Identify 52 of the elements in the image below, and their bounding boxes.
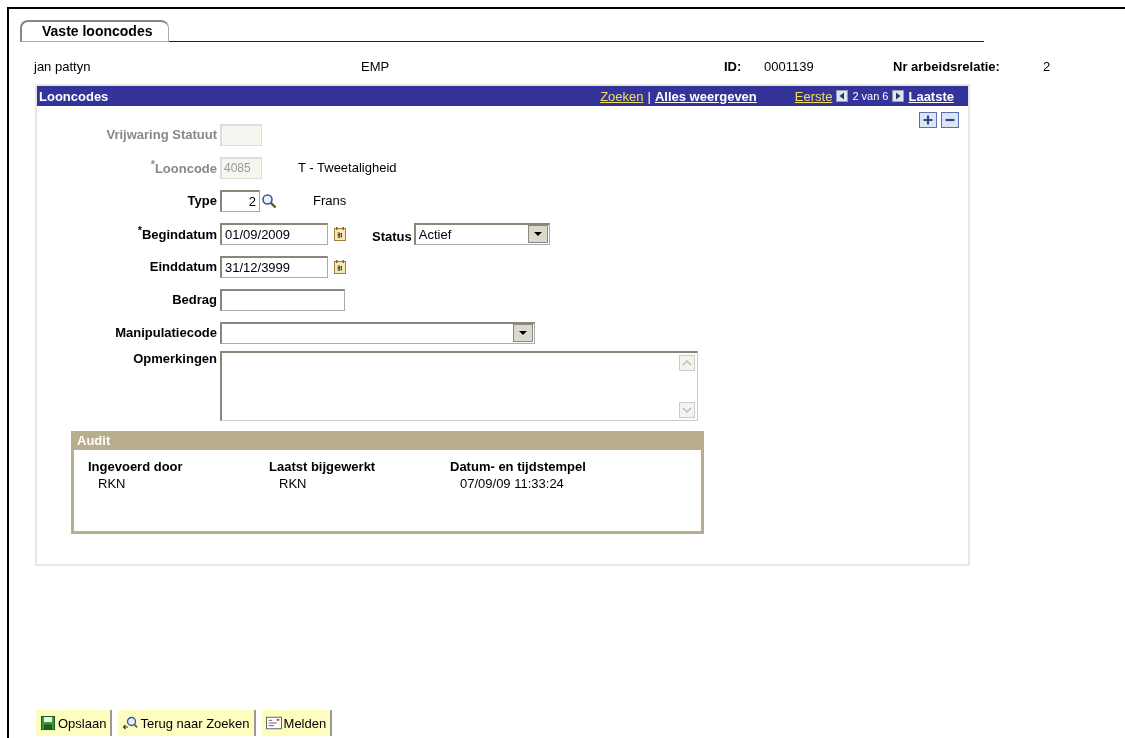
link-separator: | bbox=[647, 88, 651, 104]
audit-value: RKN bbox=[278, 476, 308, 491]
previous-icon[interactable] bbox=[836, 90, 849, 102]
panel-title: Looncodes bbox=[39, 88, 109, 104]
show-all-link[interactable]: Alles weergeven bbox=[654, 88, 757, 104]
next-icon[interactable] bbox=[892, 90, 905, 102]
search-link[interactable]: Zoeken bbox=[600, 88, 644, 104]
field-label: $^{*}$Begindatum bbox=[136, 224, 217, 243]
page-tab[interactable]: Vaste looncodes bbox=[20, 20, 170, 42]
search-back-icon bbox=[122, 716, 139, 730]
field-description: Frans bbox=[313, 193, 347, 208]
id-value: 0001139 bbox=[764, 58, 815, 74]
field-label: Opmerkingen bbox=[132, 351, 217, 366]
column-heading: Laatst bijgewerkt bbox=[269, 459, 377, 474]
calendar-icon[interactable] bbox=[334, 259, 346, 274]
field-label: Einddatum bbox=[148, 259, 217, 274]
page-position: 2 van 6 bbox=[852, 90, 889, 102]
dropdown-arrow-icon bbox=[518, 330, 528, 336]
date-field[interactable]: 31/12/3999 bbox=[220, 255, 328, 278]
audit-value: 07/09/09 11:33:24 bbox=[459, 476, 565, 491]
first-link[interactable]: Eerste bbox=[794, 88, 833, 104]
audit-title: Audit bbox=[77, 433, 111, 448]
field-label: Bedrag bbox=[171, 292, 217, 307]
relation-label: Nr arbeidsrelatie: bbox=[893, 58, 1001, 74]
envelope-icon bbox=[265, 716, 282, 730]
field-label: $^{*}$Looncode bbox=[149, 158, 217, 177]
save-button[interactable]: Opslaan bbox=[36, 710, 113, 736]
field-label: Type bbox=[186, 193, 217, 208]
employee-name: jan pattyn bbox=[34, 58, 92, 74]
status-label: Status bbox=[372, 229, 412, 244]
calendar-icon[interactable] bbox=[334, 226, 346, 241]
field-label: Manipulatiecode bbox=[114, 325, 217, 340]
dropdown-arrow-icon bbox=[532, 231, 543, 237]
column-heading: Ingevoerd door bbox=[88, 459, 184, 474]
type-field[interactable]: 2 bbox=[220, 189, 260, 212]
audit-value: RKN bbox=[97, 476, 127, 491]
last-link[interactable]: Laatste bbox=[908, 88, 954, 104]
date-field[interactable]: 01/09/2009 bbox=[220, 222, 328, 245]
employee-type: EMP bbox=[361, 58, 391, 74]
relation-value: 2 bbox=[1043, 58, 1051, 74]
column-heading: Datum- en tijdstempel bbox=[450, 459, 587, 474]
field-description: T - Tweetaligheid bbox=[298, 160, 397, 175]
id-label: ID: bbox=[724, 58, 743, 74]
field-label: Vrijwaring Statuut bbox=[105, 127, 217, 142]
search-icon[interactable] bbox=[261, 192, 277, 209]
notify-button[interactable]: Melden bbox=[261, 710, 333, 736]
manipulatiecode-dropdown[interactable] bbox=[220, 321, 535, 344]
status-dropdown[interactable]: Actief bbox=[413, 222, 550, 245]
text-field[interactable] bbox=[220, 288, 345, 311]
delete-row-icon[interactable] bbox=[941, 112, 959, 128]
search-button[interactable]: Terug naar Zoeken bbox=[118, 710, 256, 736]
add-row-icon[interactable] bbox=[919, 112, 937, 128]
